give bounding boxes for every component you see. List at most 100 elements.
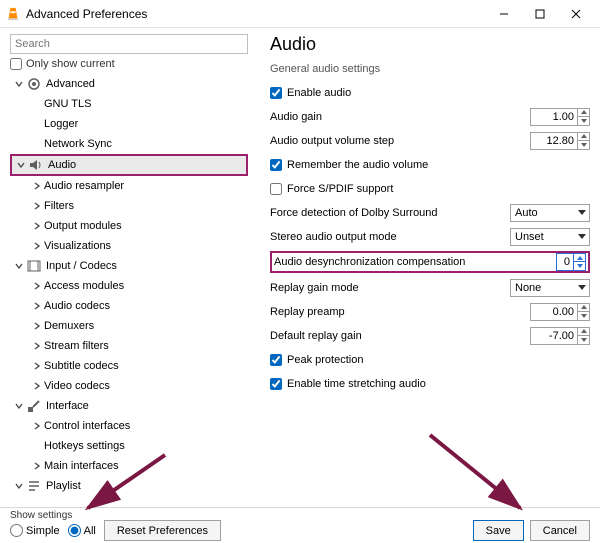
chevron-right-icon[interactable] bbox=[30, 462, 44, 470]
dolby-combo[interactable]: Auto bbox=[510, 204, 590, 222]
tree-item-gnu-tls[interactable]: GNU TLS bbox=[10, 94, 248, 114]
chevron-down-icon bbox=[575, 234, 589, 240]
default-replay-gain-spinner[interactable]: -7.00 bbox=[530, 327, 590, 345]
all-radio[interactable]: All bbox=[68, 524, 96, 537]
chevron-right-icon[interactable] bbox=[30, 222, 44, 230]
volume-step-spinner[interactable]: 12.80 bbox=[530, 132, 590, 150]
tree-label: Interface bbox=[46, 400, 89, 412]
row-force-spdif: Force S/PDIF support bbox=[270, 179, 590, 198]
tree-item-video-codecs[interactable]: Video codecs bbox=[10, 376, 248, 396]
row-replay-gain-mode: Replay gain mode None bbox=[270, 278, 590, 297]
row-replay-preamp: Replay preamp 0.00 bbox=[270, 302, 590, 321]
row-desync: Audio desynchronization compensation 0 bbox=[270, 251, 590, 273]
titlebar: Advanced Preferences bbox=[0, 0, 600, 28]
chevron-right-icon[interactable] bbox=[30, 342, 44, 350]
left-panel: Only show current Advanced GNU TLS Logge… bbox=[0, 28, 256, 507]
tree-item-network-sync[interactable]: Network Sync bbox=[10, 134, 248, 154]
gear-icon bbox=[26, 76, 42, 92]
simple-radio[interactable]: Simple bbox=[10, 524, 60, 537]
stereo-mode-combo[interactable]: Unset bbox=[510, 228, 590, 246]
window-title: Advanced Preferences bbox=[26, 7, 486, 21]
row-peak-protection: Peak protection bbox=[270, 350, 590, 369]
tree-item-subtitle-codecs[interactable]: Subtitle codecs bbox=[10, 356, 248, 376]
minimize-button[interactable] bbox=[486, 1, 522, 27]
chevron-right-icon[interactable] bbox=[30, 362, 44, 370]
tree-item-logger[interactable]: Logger bbox=[10, 114, 248, 134]
replay-preamp-spinner[interactable]: 0.00 bbox=[530, 303, 590, 321]
chevron-right-icon[interactable] bbox=[30, 202, 44, 210]
remember-volume-checkbox[interactable] bbox=[270, 159, 282, 171]
tree-item-filters[interactable]: Filters bbox=[10, 196, 248, 216]
chevron-down-icon[interactable] bbox=[12, 482, 26, 490]
row-audio-gain: Audio gain 1.00 bbox=[270, 107, 590, 126]
peak-protection-checkbox[interactable] bbox=[270, 354, 282, 366]
tree-label: Advanced bbox=[46, 78, 95, 90]
chevron-down-icon[interactable] bbox=[12, 262, 26, 270]
search-input[interactable] bbox=[10, 34, 248, 54]
show-settings-label: Show settings bbox=[10, 510, 72, 521]
tree-item-visualizations[interactable]: Visualizations bbox=[10, 236, 248, 256]
row-stereo-mode: Stereo audio output mode Unset bbox=[270, 227, 590, 246]
replay-gain-mode-combo[interactable]: None bbox=[510, 279, 590, 297]
force-spdif-checkbox[interactable] bbox=[270, 183, 282, 195]
chevron-down-icon[interactable] bbox=[12, 402, 26, 410]
tree-item-audio[interactable]: Audio bbox=[10, 154, 248, 176]
desync-spinner[interactable]: 0 bbox=[556, 253, 586, 271]
cancel-button[interactable]: Cancel bbox=[530, 520, 590, 541]
film-icon bbox=[26, 258, 42, 274]
row-default-replay-gain: Default replay gain -7.00 bbox=[270, 326, 590, 345]
chevron-right-icon[interactable] bbox=[30, 282, 44, 290]
tree-item-audio-resampler[interactable]: Audio resampler bbox=[10, 176, 248, 196]
tree-item-control-interfaces[interactable]: Control interfaces bbox=[10, 416, 248, 436]
chevron-right-icon[interactable] bbox=[30, 182, 44, 190]
save-button[interactable]: Save bbox=[473, 520, 524, 541]
spinner-buttons[interactable] bbox=[577, 328, 589, 344]
brush-icon bbox=[26, 398, 42, 414]
row-enable-audio: Enable audio bbox=[270, 83, 590, 102]
only-show-current[interactable]: Only show current bbox=[10, 58, 248, 70]
spinner-buttons[interactable] bbox=[573, 254, 585, 270]
speaker-icon bbox=[28, 157, 44, 173]
only-show-current-checkbox[interactable] bbox=[10, 58, 22, 70]
tree-item-hotkeys-settings[interactable]: Hotkeys settings bbox=[10, 436, 248, 456]
preferences-tree[interactable]: Advanced GNU TLS Logger Network Sync Aud… bbox=[10, 74, 248, 507]
reset-preferences-button[interactable]: Reset Preferences bbox=[104, 520, 221, 541]
chevron-down-icon bbox=[575, 285, 589, 291]
tree-item-output-modules[interactable]: Output modules bbox=[10, 216, 248, 236]
tree-item-stream-filters[interactable]: Stream filters bbox=[10, 336, 248, 356]
chevron-down-icon[interactable] bbox=[14, 161, 28, 169]
chevron-down-icon[interactable] bbox=[12, 80, 26, 88]
close-button[interactable] bbox=[558, 1, 594, 27]
tree-item-advanced[interactable]: Advanced bbox=[10, 74, 248, 94]
chevron-right-icon[interactable] bbox=[30, 302, 44, 310]
app-icon bbox=[6, 7, 20, 21]
row-dolby: Force detection of Dolby Surround Auto bbox=[270, 203, 590, 222]
page-heading: Audio bbox=[270, 34, 590, 55]
row-remember-volume: Remember the audio volume bbox=[270, 155, 590, 174]
spinner-buttons[interactable] bbox=[577, 133, 589, 149]
chevron-right-icon[interactable] bbox=[30, 242, 44, 250]
audio-gain-spinner[interactable]: 1.00 bbox=[530, 108, 590, 126]
tree-item-interface[interactable]: Interface bbox=[10, 396, 248, 416]
chevron-right-icon[interactable] bbox=[30, 322, 44, 330]
tree-item-input-codecs[interactable]: Input / Codecs bbox=[10, 256, 248, 276]
spinner-buttons[interactable] bbox=[577, 304, 589, 320]
tree-label: Input / Codecs bbox=[46, 260, 117, 272]
enable-audio-checkbox[interactable] bbox=[270, 87, 282, 99]
chevron-right-icon[interactable] bbox=[30, 382, 44, 390]
spinner-buttons[interactable] bbox=[577, 109, 589, 125]
tree-item-main-interfaces[interactable]: Main interfaces bbox=[10, 456, 248, 476]
tree-item-audio-codecs[interactable]: Audio codecs bbox=[10, 296, 248, 316]
time-stretch-checkbox[interactable] bbox=[270, 378, 282, 390]
tree-label: Playlist bbox=[46, 480, 81, 492]
row-volume-step: Audio output volume step 12.80 bbox=[270, 131, 590, 150]
chevron-down-icon bbox=[575, 210, 589, 216]
tree-item-playlist[interactable]: Playlist bbox=[10, 476, 248, 496]
tree-item-demuxers[interactable]: Demuxers bbox=[10, 316, 248, 336]
chevron-right-icon[interactable] bbox=[30, 422, 44, 430]
maximize-button[interactable] bbox=[522, 1, 558, 27]
section-label: General audio settings bbox=[270, 63, 590, 75]
footer: Show settings Simple All Reset Preferenc… bbox=[0, 507, 600, 543]
tree-label: Audio bbox=[48, 159, 76, 171]
tree-item-access-modules[interactable]: Access modules bbox=[10, 276, 248, 296]
